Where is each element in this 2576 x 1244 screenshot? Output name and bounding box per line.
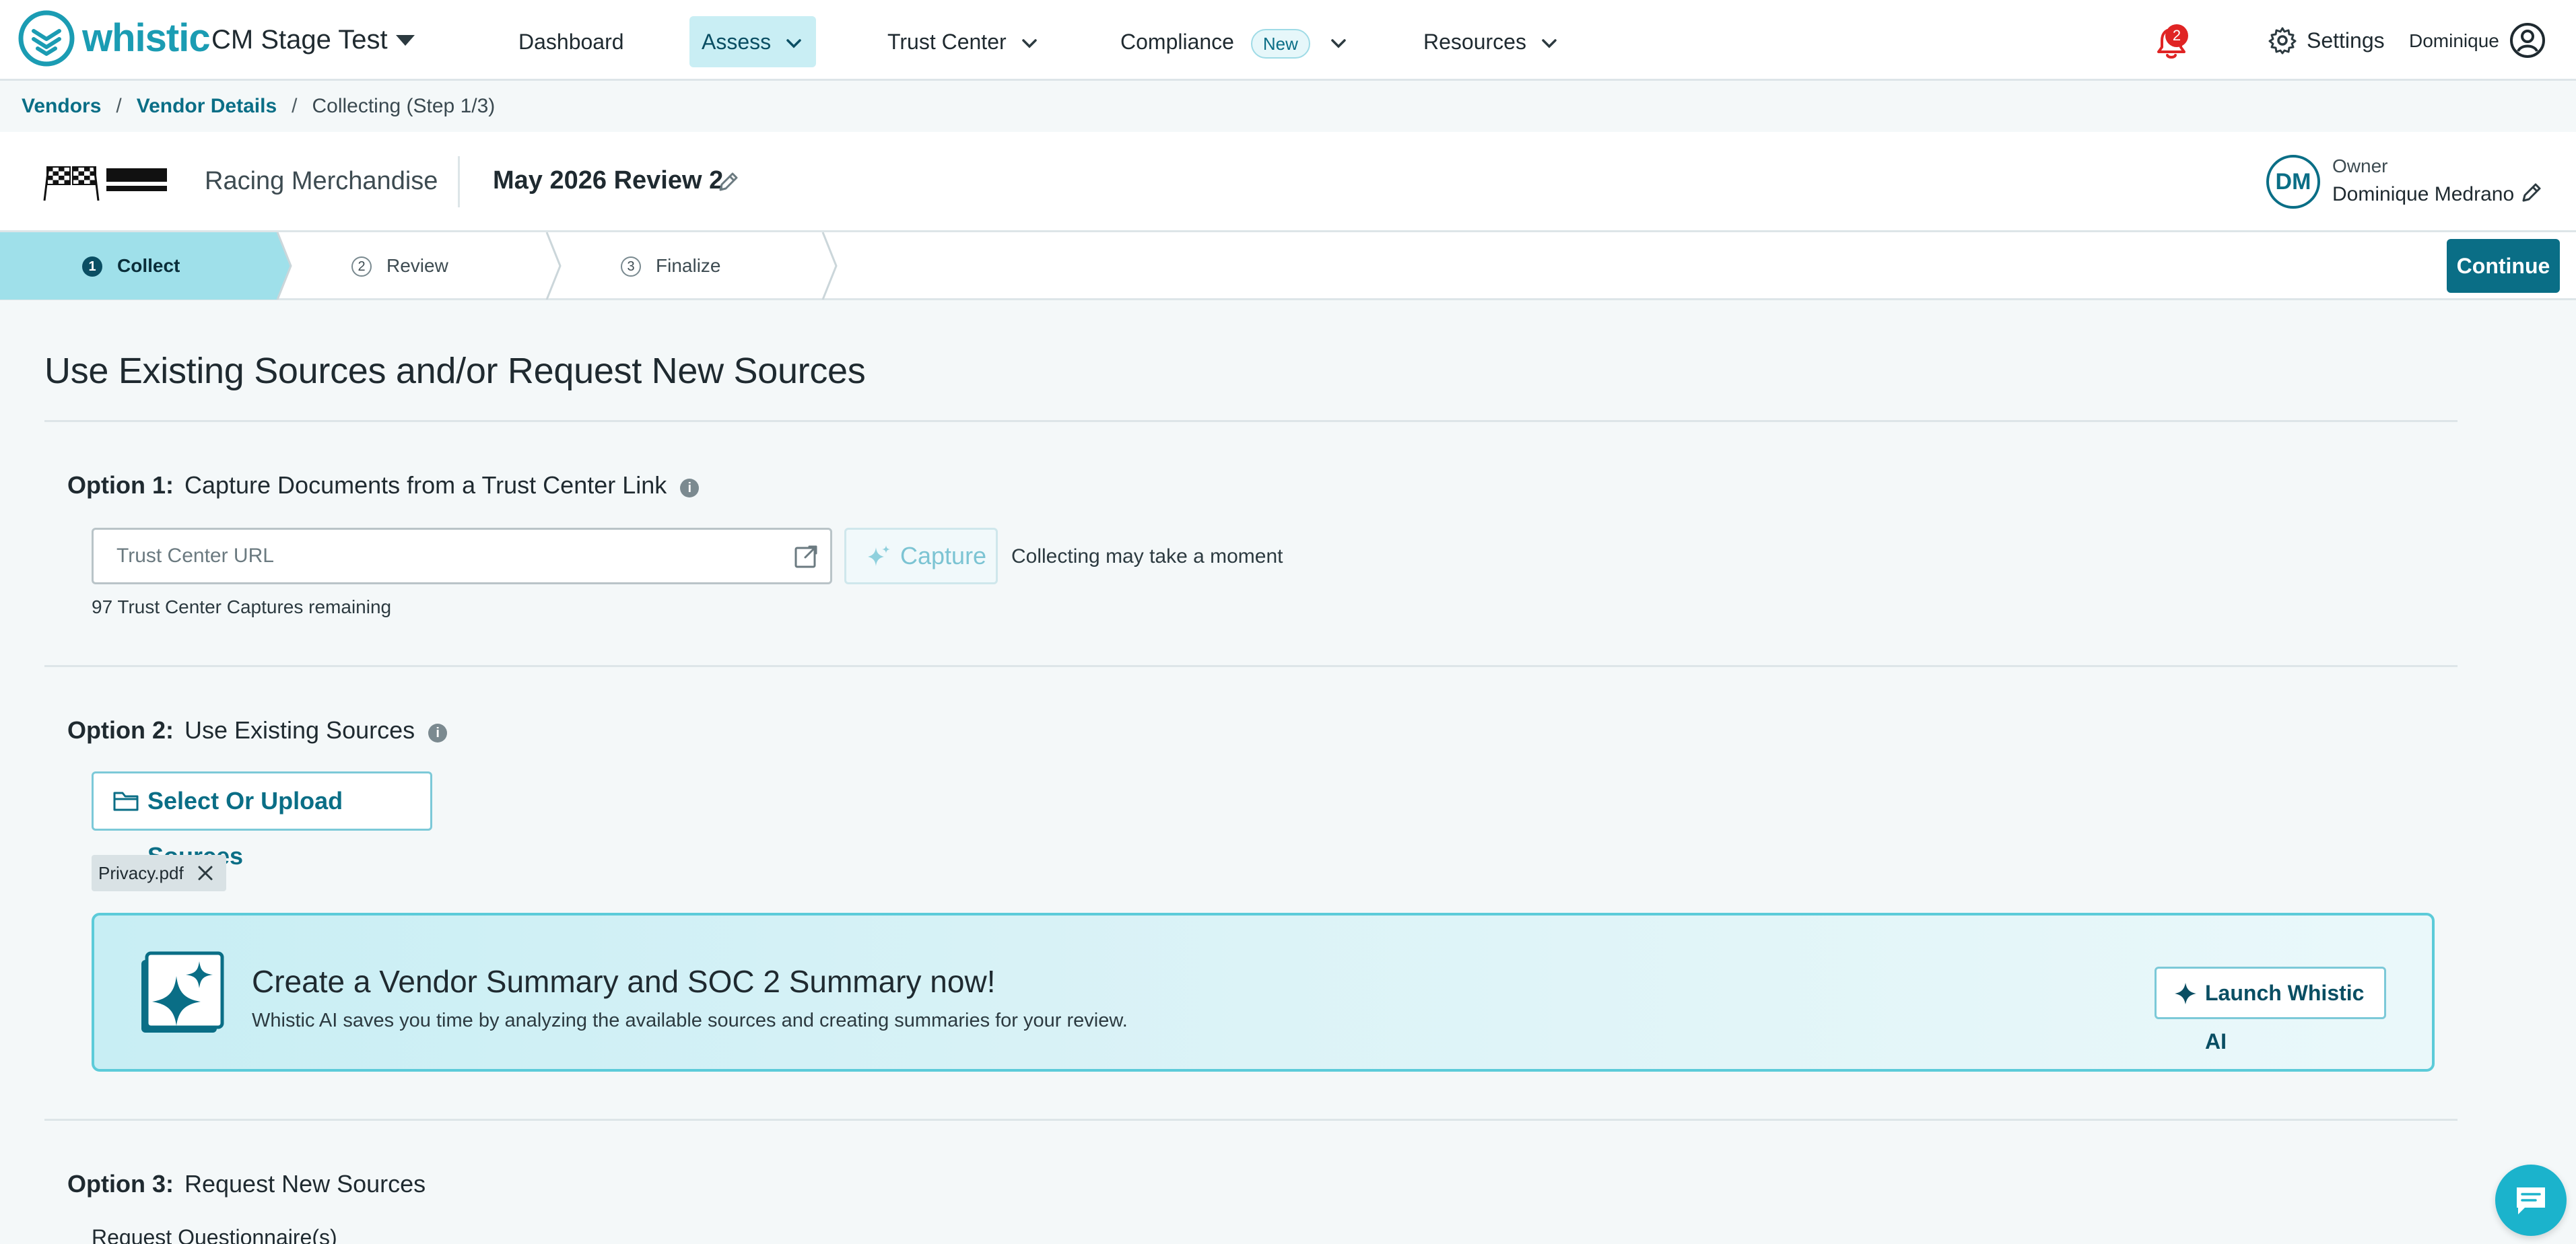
option3-heading: Option 3: Request New Sources — [67, 1169, 426, 1200]
sparkle-icon — [141, 951, 224, 1033]
request-questionnaires-heading: Request Questionnaire(s) — [92, 1225, 337, 1244]
nav-dashboard[interactable]: Dashboard — [506, 16, 636, 67]
caret-down-icon[interactable] — [393, 30, 417, 50]
sparkle-icon — [868, 545, 890, 566]
breadcrumb: Vendors / Vendor Details / Collecting (Step … — [22, 93, 495, 120]
nav-dashboard-label: Dashboard — [518, 30, 624, 54]
header-divider — [458, 156, 460, 207]
step-review[interactable]: 2 Review — [351, 252, 448, 279]
review-header: Racing Merchandise May 2026 Review 2 DM … — [0, 132, 2576, 230]
org-switcher-label[interactable]: CM Stage Test — [211, 23, 388, 57]
file-chip: Privacy.pdf — [92, 855, 226, 891]
file-chip-name: Privacy.pdf — [98, 863, 184, 883]
breadcrumb-vendors[interactable]: Vendors — [22, 95, 101, 117]
option1-title: Capture Documents from a Trust Center Li… — [184, 471, 667, 499]
info-icon[interactable]: i — [428, 724, 448, 742]
chevron-down-icon — [1331, 38, 1346, 48]
option3-title: Request New Sources — [184, 1170, 426, 1198]
continue-button[interactable]: Continue — [2447, 239, 2560, 293]
owner-label: Owner — [2332, 156, 2388, 176]
trust-center-url-input[interactable] — [92, 528, 832, 584]
nav-resources-label: Resources — [1423, 30, 1526, 54]
chat-button[interactable] — [2495, 1165, 2567, 1236]
collecting-note: Collecting may take a moment — [1011, 545, 1283, 567]
gear-icon — [2268, 27, 2297, 55]
settings-button[interactable]: Settings — [2268, 26, 2385, 55]
review-name: May 2026 Review 2 — [493, 166, 724, 195]
step-label: Collect — [117, 255, 180, 276]
breadcrumb-separator: / — [116, 95, 122, 117]
option1-heading: Option 1: Capture Documents from a Trust … — [67, 470, 700, 501]
step-finalize[interactable]: 3 Finalize — [621, 252, 720, 279]
whistic-ai-card: Create a Vendor Summary and SOC 2 Summar… — [92, 913, 2435, 1072]
brand-name[interactable]: whistic — [82, 15, 211, 62]
notification-count-badge: 2 — [2165, 24, 2188, 47]
chat-icon — [2517, 1187, 2545, 1214]
user-name[interactable]: Dominique — [2409, 30, 2499, 53]
ai-card-subtitle: Whistic AI saves you time by analyzing t… — [252, 1010, 1128, 1031]
section-divider — [44, 420, 2458, 422]
folder-icon — [113, 792, 139, 811]
settings-label: Settings — [2307, 28, 2385, 53]
stepper: 1 Collect 2 Review 3 Finalize Continue — [0, 230, 2576, 300]
sparkle-icon — [2175, 983, 2196, 1004]
pencil-icon[interactable] — [2518, 179, 2545, 206]
external-link-icon[interactable] — [793, 544, 819, 569]
step-number: 2 — [351, 256, 372, 277]
capture-label: Capture — [900, 542, 987, 569]
section-divider — [44, 665, 2458, 667]
nav-resources[interactable]: Resources — [1411, 16, 1571, 67]
step-number: 1 — [82, 256, 102, 277]
step-collect[interactable]: 1 Collect — [82, 252, 180, 279]
step-label: Review — [386, 255, 448, 276]
step-number: 3 — [621, 256, 641, 277]
option1-prefix: Option 1: — [67, 471, 174, 499]
nav-assess-label: Assess — [702, 30, 772, 54]
app-root: whistic CM Stage Test Dashboard Assess T… — [0, 0, 2576, 1244]
whistic-logo-icon[interactable] — [18, 9, 75, 67]
new-badge: New — [1250, 28, 1310, 59]
chevron-down-icon — [1021, 38, 1037, 48]
chevron-down-icon — [1542, 38, 1557, 48]
section-divider — [44, 1119, 2458, 1121]
select-upload-sources-button[interactable]: Select Or Upload Sources — [92, 771, 432, 870]
vendor-name[interactable]: Racing Merchandise — [205, 166, 438, 197]
top-nav: whistic CM Stage Test Dashboard Assess T… — [0, 0, 2576, 81]
ai-card-title: Create a Vendor Summary and SOC 2 Summar… — [252, 964, 996, 999]
step-label: Finalize — [656, 255, 721, 276]
nav-compliance[interactable]: Compliance New — [1108, 16, 1361, 67]
breadcrumb-vendor-details[interactable]: Vendor Details — [137, 95, 277, 117]
chevron-down-icon — [786, 38, 801, 48]
launch-whistic-ai-button[interactable]: Launch Whistic AI — [2155, 967, 2386, 1053]
close-icon[interactable] — [195, 863, 215, 883]
user-circle-icon[interactable] — [2509, 22, 2546, 59]
captures-remaining: 97 Trust Center Captures remaining — [92, 596, 392, 617]
launch-whistic-ai-label: Launch Whistic AI — [2205, 981, 2365, 1053]
vendor-logo — [43, 166, 167, 201]
capture-button[interactable]: Capture — [844, 528, 998, 584]
option2-prefix: Option 2: — [67, 716, 174, 744]
nav-trust-center-label: Trust Center — [887, 30, 1007, 54]
nav-compliance-label: Compliance — [1120, 30, 1234, 54]
info-icon[interactable]: i — [680, 479, 700, 497]
owner-name: Dominique Medrano — [2332, 183, 2515, 205]
option2-heading: Option 2: Use Existing Sources i — [67, 715, 448, 746]
breadcrumb-separator: / — [292, 95, 298, 117]
owner-avatar: DM — [2266, 155, 2320, 209]
nav-assess[interactable]: Assess — [689, 16, 817, 67]
option2-title: Use Existing Sources — [184, 716, 415, 744]
option3-prefix: Option 3: — [67, 1170, 174, 1198]
nav-trust-center[interactable]: Trust Center — [875, 16, 1052, 67]
pencil-icon[interactable] — [715, 168, 742, 195]
breadcrumb-current: Collecting (Step 1/3) — [312, 95, 496, 117]
page-title: Use Existing Sources and/or Request New … — [44, 351, 866, 391]
